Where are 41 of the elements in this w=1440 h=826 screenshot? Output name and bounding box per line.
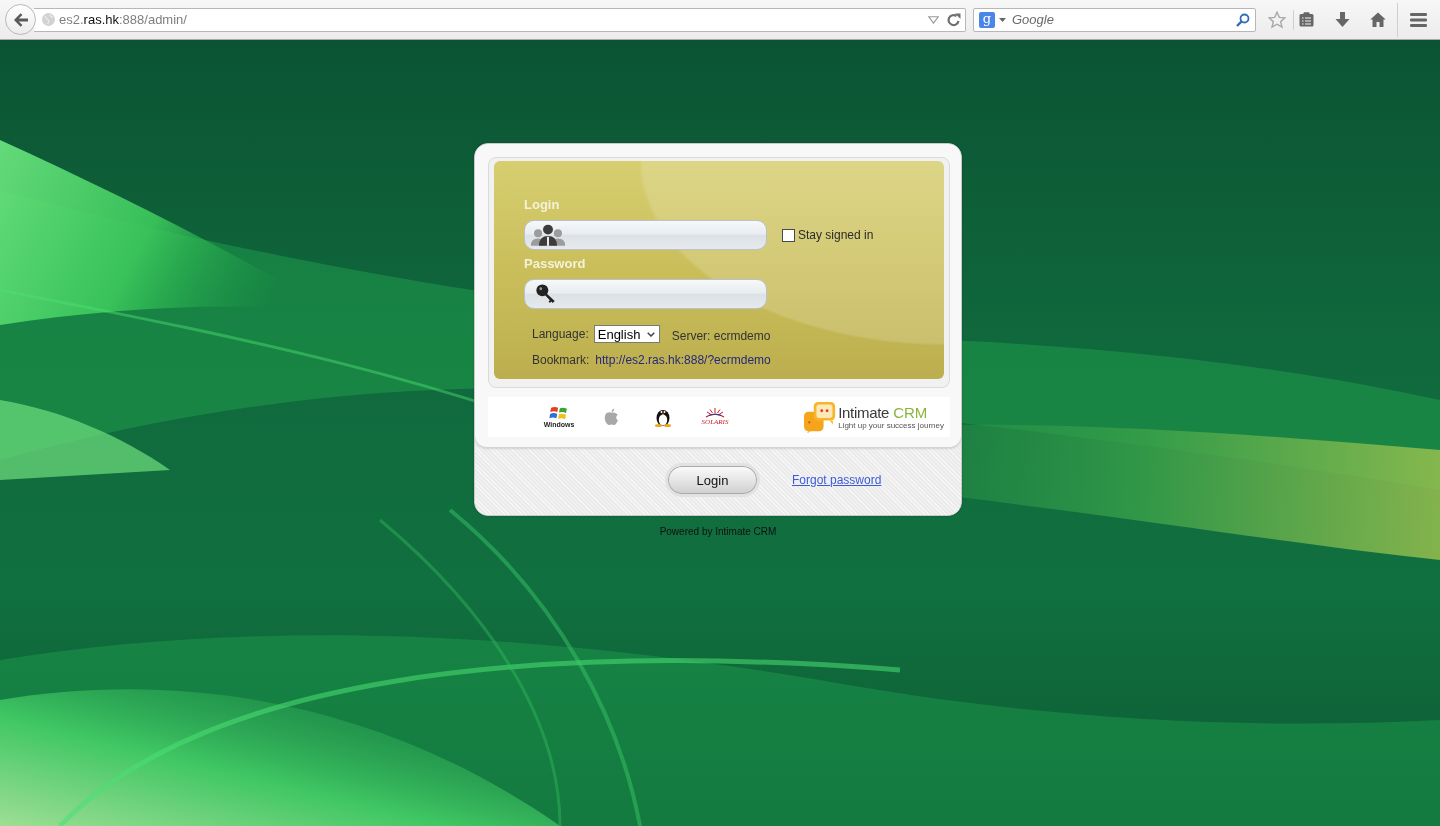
url-text: es2.ras.hk:888/admin/ <box>59 12 187 27</box>
home-icon[interactable] <box>1370 12 1386 27</box>
user-group-icon <box>530 224 566 246</box>
stay-signed-in-checkbox[interactable] <box>782 228 795 242</box>
server-name: Server: ecrmdemo <box>671 329 771 343</box>
star-icon[interactable] <box>1268 10 1286 29</box>
search-field[interactable]: g Google <box>973 7 1256 32</box>
penguin-icon <box>654 407 672 427</box>
powered-by-text: Powered by Intimate CRM <box>659 526 777 537</box>
login-label: Login <box>524 197 560 213</box>
search-engine-badge[interactable]: g <box>979 11 995 28</box>
back-button[interactable] <box>5 4 36 35</box>
download-icon[interactable] <box>1335 11 1350 28</box>
brand-tagline: Light up your success journey <box>838 420 944 430</box>
search-icon[interactable] <box>1236 12 1250 27</box>
globe-icon <box>42 13 55 26</box>
back-arrow-icon <box>12 11 29 28</box>
brand-suffix: CRM <box>893 404 928 421</box>
sun-rays-icon <box>704 408 726 418</box>
language-select[interactable]: English <box>593 325 660 343</box>
username-field[interactable] <box>524 220 767 250</box>
password-label: Password <box>524 256 586 272</box>
login-button[interactable]: Login <box>665 463 760 497</box>
menu-icon[interactable] <box>1410 12 1427 27</box>
clipboard-list-icon[interactable] <box>1299 12 1314 27</box>
password-field[interactable] <box>524 279 767 309</box>
chevron-down-icon <box>646 331 655 337</box>
forgot-password-link[interactable]: Forgot password <box>792 473 882 487</box>
chat-bubbles-icon <box>803 401 838 433</box>
caret-icon[interactable] <box>999 17 1006 22</box>
stay-signed-in-label: Stay signed in <box>798 228 874 242</box>
key-icon <box>535 283 557 305</box>
apple-icon <box>603 408 619 426</box>
bookmark-link[interactable]: http://es2.ras.hk:888/?ecrmdemo <box>595 353 771 367</box>
dropdown-triangle-icon[interactable] <box>928 15 939 24</box>
bookmark-label: Bookmark: <box>532 353 590 367</box>
reload-icon[interactable] <box>947 12 961 27</box>
address-bar[interactable]: es2.ras.hk:888/admin/ <box>34 7 966 32</box>
language-label: Language: <box>532 327 589 341</box>
brand-name: Intimate <box>838 404 890 421</box>
four-color-flag-icon <box>549 406 569 420</box>
